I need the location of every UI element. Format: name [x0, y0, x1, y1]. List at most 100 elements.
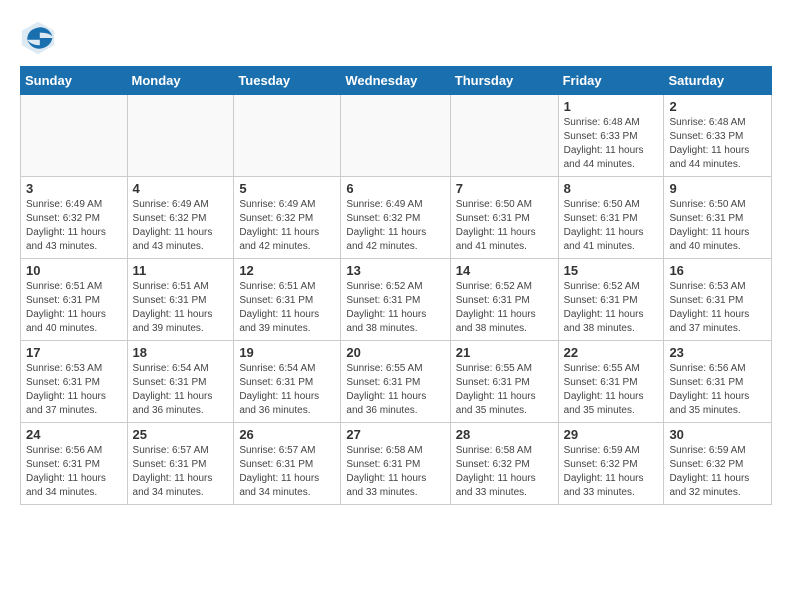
calendar-day-cell: 2 Sunrise: 6:48 AM Sunset: 6:33 PM Daylig… [664, 95, 772, 177]
calendar-day-cell [234, 95, 341, 177]
day-number: 17 [26, 345, 122, 360]
calendar-day-cell: 11 Sunrise: 6:51 AM Sunset: 6:31 PM Dayli… [127, 259, 234, 341]
day-number: 25 [133, 427, 229, 442]
calendar-day-cell: 5 Sunrise: 6:49 AM Sunset: 6:32 PM Daylig… [234, 177, 341, 259]
day-number: 12 [239, 263, 335, 278]
day-number: 10 [26, 263, 122, 278]
day-info: Sunrise: 6:49 AM Sunset: 6:32 PM Dayligh… [346, 198, 444, 254]
day-info: Sunrise: 6:56 AM Sunset: 6:31 PM Dayligh… [669, 362, 766, 418]
day-info: Sunrise: 6:52 AM Sunset: 6:31 PM Dayligh… [564, 280, 659, 336]
calendar-day-cell: 15 Sunrise: 6:52 AM Sunset: 6:31 PM Dayli… [558, 259, 664, 341]
calendar-day-cell: 10 Sunrise: 6:51 AM Sunset: 6:31 PM Dayli… [21, 259, 128, 341]
weekday-header: Friday [558, 67, 664, 95]
weekday-header: Tuesday [234, 67, 341, 95]
calendar-day-cell: 21 Sunrise: 6:55 AM Sunset: 6:31 PM Dayli… [450, 341, 558, 423]
calendar-day-cell: 3 Sunrise: 6:49 AM Sunset: 6:32 PM Daylig… [21, 177, 128, 259]
calendar-table: SundayMondayTuesdayWednesdayThursdayFrid… [20, 66, 772, 505]
calendar-week-row: 10 Sunrise: 6:51 AM Sunset: 6:31 PM Dayli… [21, 259, 772, 341]
day-info: Sunrise: 6:53 AM Sunset: 6:31 PM Dayligh… [26, 362, 122, 418]
calendar-day-cell: 13Sunrise: 6:52 AM Sunset: 6:31 PM Dayli… [341, 259, 450, 341]
day-number: 8 [564, 181, 659, 196]
calendar-day-cell: 20 Sunrise: 6:55 AM Sunset: 6:31 PM Dayli… [341, 341, 450, 423]
calendar-day-cell: 27 Sunrise: 6:58 AM Sunset: 6:31 PM Dayli… [341, 423, 450, 505]
page-header [20, 20, 772, 56]
calendar-week-row: 3 Sunrise: 6:49 AM Sunset: 6:32 PM Daylig… [21, 177, 772, 259]
calendar-day-cell [341, 95, 450, 177]
weekday-header: Sunday [21, 67, 128, 95]
calendar-day-cell: 8Sunrise: 6:50 AM Sunset: 6:31 PM Daylig… [558, 177, 664, 259]
day-info: Sunrise: 6:52 AM Sunset: 6:31 PM Dayligh… [346, 280, 444, 336]
logo [20, 20, 62, 56]
day-info: Sunrise: 6:49 AM Sunset: 6:32 PM Dayligh… [26, 198, 122, 254]
weekday-header: Saturday [664, 67, 772, 95]
day-number: 18 [133, 345, 229, 360]
calendar-day-cell: 22Sunrise: 6:55 AM Sunset: 6:31 PM Dayli… [558, 341, 664, 423]
calendar-day-cell: 7 Sunrise: 6:50 AM Sunset: 6:31 PM Daylig… [450, 177, 558, 259]
day-number: 24 [26, 427, 122, 442]
calendar-day-cell: 1 Sunrise: 6:48 AM Sunset: 6:33 PM Daylig… [558, 95, 664, 177]
weekday-header-row: SundayMondayTuesdayWednesdayThursdayFrid… [21, 67, 772, 95]
day-number: 9 [669, 181, 766, 196]
calendar-day-cell [450, 95, 558, 177]
day-info: Sunrise: 6:51 AM Sunset: 6:31 PM Dayligh… [26, 280, 122, 336]
day-info: Sunrise: 6:55 AM Sunset: 6:31 PM Dayligh… [346, 362, 444, 418]
day-info: Sunrise: 6:58 AM Sunset: 6:31 PM Dayligh… [346, 444, 444, 500]
calendar-day-cell: 23 Sunrise: 6:56 AM Sunset: 6:31 PM Dayli… [664, 341, 772, 423]
day-number: 27 [346, 427, 444, 442]
day-number: 6 [346, 181, 444, 196]
day-number: 1 [564, 99, 659, 114]
day-info: Sunrise: 6:53 AM Sunset: 6:31 PM Dayligh… [669, 280, 766, 336]
day-info: Sunrise: 6:51 AM Sunset: 6:31 PM Dayligh… [133, 280, 229, 336]
day-info: Sunrise: 6:48 AM Sunset: 6:33 PM Dayligh… [564, 116, 659, 172]
day-number: 19 [239, 345, 335, 360]
day-number: 30 [669, 427, 766, 442]
calendar-day-cell [127, 95, 234, 177]
weekday-header: Wednesday [341, 67, 450, 95]
day-info: Sunrise: 6:57 AM Sunset: 6:31 PM Dayligh… [133, 444, 229, 500]
day-number: 11 [133, 263, 229, 278]
calendar-day-cell: 24 Sunrise: 6:56 AM Sunset: 6:31 PM Dayli… [21, 423, 128, 505]
day-info: Sunrise: 6:55 AM Sunset: 6:31 PM Dayligh… [456, 362, 553, 418]
calendar-day-cell: 25 Sunrise: 6:57 AM Sunset: 6:31 PM Dayli… [127, 423, 234, 505]
day-number: 16 [669, 263, 766, 278]
calendar-day-cell: 29 Sunrise: 6:59 AM Sunset: 6:32 PM Dayli… [558, 423, 664, 505]
day-info: Sunrise: 6:59 AM Sunset: 6:32 PM Dayligh… [564, 444, 659, 500]
day-number: 21 [456, 345, 553, 360]
day-info: Sunrise: 6:50 AM Sunset: 6:31 PM Dayligh… [456, 198, 553, 254]
day-number: 2 [669, 99, 766, 114]
day-number: 28 [456, 427, 553, 442]
day-number: 20 [346, 345, 444, 360]
day-info: Sunrise: 6:52 AM Sunset: 6:31 PM Dayligh… [456, 280, 553, 336]
calendar-day-cell: 4Sunrise: 6:49 AM Sunset: 6:32 PM Daylig… [127, 177, 234, 259]
day-info: Sunrise: 6:49 AM Sunset: 6:32 PM Dayligh… [239, 198, 335, 254]
day-number: 15 [564, 263, 659, 278]
logo-icon [20, 20, 56, 56]
day-number: 3 [26, 181, 122, 196]
calendar-day-cell: 30 Sunrise: 6:59 AM Sunset: 6:32 PM Dayli… [664, 423, 772, 505]
day-info: Sunrise: 6:55 AM Sunset: 6:31 PM Dayligh… [564, 362, 659, 418]
day-info: Sunrise: 6:58 AM Sunset: 6:32 PM Dayligh… [456, 444, 553, 500]
calendar-week-row: 17 Sunrise: 6:53 AM Sunset: 6:31 PM Dayli… [21, 341, 772, 423]
day-number: 29 [564, 427, 659, 442]
calendar-day-cell: 26Sunrise: 6:57 AM Sunset: 6:31 PM Dayli… [234, 423, 341, 505]
day-info: Sunrise: 6:48 AM Sunset: 6:33 PM Dayligh… [669, 116, 766, 172]
day-info: Sunrise: 6:57 AM Sunset: 6:31 PM Dayligh… [239, 444, 335, 500]
day-info: Sunrise: 6:54 AM Sunset: 6:31 PM Dayligh… [133, 362, 229, 418]
calendar-week-row: 1 Sunrise: 6:48 AM Sunset: 6:33 PM Daylig… [21, 95, 772, 177]
weekday-header: Monday [127, 67, 234, 95]
calendar-day-cell: 6 Sunrise: 6:49 AM Sunset: 6:32 PM Daylig… [341, 177, 450, 259]
day-number: 14 [456, 263, 553, 278]
day-number: 5 [239, 181, 335, 196]
calendar-week-row: 24 Sunrise: 6:56 AM Sunset: 6:31 PM Dayli… [21, 423, 772, 505]
day-info: Sunrise: 6:54 AM Sunset: 6:31 PM Dayligh… [239, 362, 335, 418]
day-number: 23 [669, 345, 766, 360]
calendar-day-cell: 16 Sunrise: 6:53 AM Sunset: 6:31 PM Dayli… [664, 259, 772, 341]
day-number: 7 [456, 181, 553, 196]
day-info: Sunrise: 6:56 AM Sunset: 6:31 PM Dayligh… [26, 444, 122, 500]
calendar-day-cell [21, 95, 128, 177]
day-info: Sunrise: 6:59 AM Sunset: 6:32 PM Dayligh… [669, 444, 766, 500]
calendar-day-cell: 19 Sunrise: 6:54 AM Sunset: 6:31 PM Dayli… [234, 341, 341, 423]
calendar-day-cell: 28 Sunrise: 6:58 AM Sunset: 6:32 PM Dayli… [450, 423, 558, 505]
day-info: Sunrise: 6:49 AM Sunset: 6:32 PM Dayligh… [133, 198, 229, 254]
calendar-day-cell: 12Sunrise: 6:51 AM Sunset: 6:31 PM Dayli… [234, 259, 341, 341]
